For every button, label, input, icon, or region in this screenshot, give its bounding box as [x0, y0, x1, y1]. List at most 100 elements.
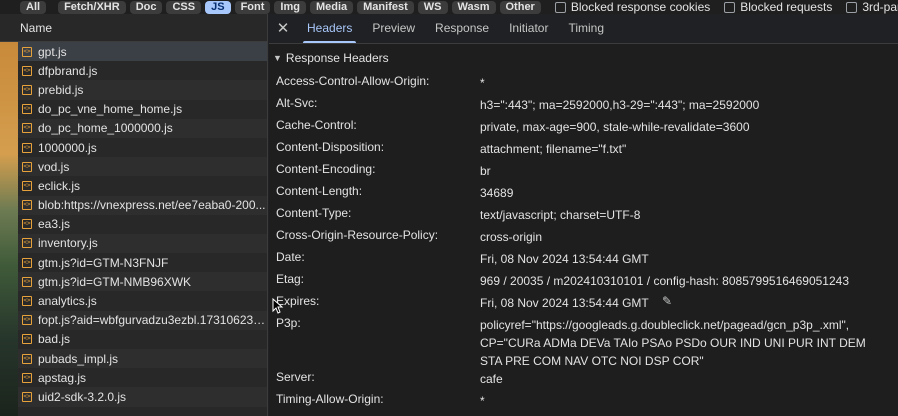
filter-doc[interactable]: Doc	[129, 0, 163, 14]
request-name: prebid.js	[38, 82, 84, 97]
header-value[interactable]: cafe	[480, 370, 880, 388]
filter-js[interactable]: JS	[205, 0, 231, 14]
request-name: pubads_impl.js	[38, 351, 119, 366]
tab-response[interactable]: Response	[425, 13, 499, 43]
header-value[interactable]: 969 / 20035 / m202410310101 / config-has…	[480, 272, 880, 290]
page-preview-strip	[0, 42, 18, 416]
script-file-icon: <>	[22, 123, 32, 134]
name-column-header[interactable]: Name	[0, 14, 267, 42]
script-file-icon: <>	[22, 334, 32, 345]
script-file-icon: <>	[22, 238, 32, 249]
request-row[interactable]: <> fopt.js?aid=wbfgurvadzu3ezbl.173106231…	[18, 310, 267, 330]
script-file-icon: <>	[22, 200, 32, 211]
script-file-icon: <>	[22, 296, 32, 307]
filter-other[interactable]: Other	[499, 0, 541, 14]
checkbox-icon[interactable]	[846, 1, 858, 13]
request-name: vod.js	[38, 159, 70, 174]
header-value[interactable]: 34689	[480, 184, 880, 202]
request-row[interactable]: <> vod.js	[18, 157, 267, 177]
request-name: eclick.js	[38, 178, 81, 193]
script-file-icon: <>	[22, 315, 32, 326]
header-name: P3p:	[276, 316, 301, 330]
request-row[interactable]: <> prebid.js	[18, 80, 267, 100]
request-row[interactable]: <> uid2-sdk-3.2.0.js	[18, 387, 267, 407]
request-row[interactable]: <> gtm.js?id=GTM-NMB96XWK	[18, 272, 267, 292]
checkbox-label: Blocked requests	[740, 0, 833, 14]
header-value[interactable]: *	[480, 74, 880, 92]
header-value[interactable]: text/javascript; charset=UTF-8	[480, 206, 880, 224]
checkbox-label: 3rd-party reques	[862, 0, 898, 14]
tab-preview[interactable]: Preview	[362, 13, 425, 43]
tab-initiator[interactable]: Initiator	[499, 13, 558, 43]
header-value[interactable]: attachment; filename="f.txt"	[480, 140, 880, 158]
request-row[interactable]: <> dfpbrand.js	[18, 61, 267, 80]
request-name: 1000000.js	[38, 140, 97, 155]
header-name: Timing-Allow-Origin:	[276, 392, 384, 406]
header-value[interactable]: br	[480, 162, 880, 180]
filter-ws[interactable]: WS	[417, 0, 448, 14]
header-value[interactable]: Fri, 08 Nov 2024 13:54:44 GMT	[480, 250, 880, 268]
header-value[interactable]: cross-origin	[480, 228, 880, 246]
header-value[interactable]: private, max-age=900, stale-while-revali…	[480, 118, 880, 136]
request-name: analytics.js	[38, 294, 97, 309]
request-list-panel: Name <> gpt.js <> dfpbrand.js <> prebid.js <> d…	[0, 14, 268, 416]
script-file-icon: <>	[22, 104, 32, 115]
details-tab-bar: ✕ Headers Preview Response Initiator Tim…	[269, 14, 898, 44]
script-file-icon: <>	[22, 65, 32, 76]
request-name: gpt.js	[38, 44, 67, 59]
header-value[interactable]: *	[480, 392, 880, 410]
request-name: do_pc_vne_home_home.js	[38, 102, 183, 117]
request-row[interactable]: <> bad.js	[18, 330, 267, 349]
request-row[interactable]: <> gpt.js	[18, 42, 267, 62]
header-name: Content-Length:	[276, 184, 363, 198]
header-value[interactable]: policyref="https://googleads.g.doublecli…	[480, 316, 880, 370]
header-name: Content-Encoding:	[276, 162, 376, 176]
edit-pencil-icon[interactable]: ✎	[662, 294, 676, 308]
filter-fetch-xhr[interactable]: Fetch/XHR	[58, 0, 126, 14]
request-row[interactable]: <> inventory.js	[18, 233, 267, 254]
blocked-requests-toggle[interactable]: Blocked requests	[724, 0, 832, 14]
filter-font[interactable]: Font	[234, 0, 271, 14]
script-file-icon: <>	[22, 257, 32, 268]
tab-timing[interactable]: Timing	[558, 13, 614, 43]
tab-headers[interactable]: Headers	[297, 13, 362, 43]
checkbox-icon[interactable]	[724, 1, 736, 13]
header-name: Content-Type:	[276, 206, 352, 220]
header-value[interactable]: h3=":443"; ma=2592000,h3-29=":443"; ma=2…	[480, 96, 880, 114]
checkbox-label: Blocked response cookies	[570, 0, 711, 14]
response-headers-section-toggle[interactable]: ▼ Response Headers	[269, 44, 898, 72]
header-value[interactable]: Fri, 08 Nov 2024 13:54:44 GMT	[480, 294, 880, 312]
request-name: gtm.js?id=GTM-N3FNJF	[38, 255, 169, 270]
blocked-response-cookies-toggle[interactable]: Blocked response cookies	[554, 0, 711, 14]
request-name: gtm.js?id=GTM-NMB96XWK	[38, 274, 192, 289]
request-row[interactable]: <> blob:https://vnexpress.net/ee7eaba0-20…	[18, 195, 267, 215]
request-row[interactable]: <> apstag.js	[18, 368, 267, 387]
request-row[interactable]: <> ea3.js	[18, 215, 267, 234]
request-row[interactable]: <> analytics.js	[18, 291, 267, 310]
filter-wasm[interactable]: Wasm	[451, 0, 496, 14]
filter-manifest[interactable]: Manifest	[357, 0, 414, 14]
checkbox-icon[interactable]	[554, 1, 566, 13]
filter-img[interactable]: Img	[274, 0, 306, 14]
script-file-icon: <>	[22, 219, 32, 230]
request-name: apstag.js	[38, 370, 87, 385]
request-row[interactable]: <> do_pc_home_1000000.js	[18, 118, 267, 138]
filter-css[interactable]: CSS	[166, 0, 202, 14]
request-row[interactable]: <> pubads_impl.js	[18, 349, 267, 369]
script-file-icon: <>	[22, 180, 32, 191]
header-name: Cross-Origin-Resource-Policy:	[276, 228, 439, 242]
mouse-cursor-icon	[272, 298, 284, 314]
filter-media[interactable]: Media	[309, 0, 354, 14]
header-name: Cache-Control:	[276, 118, 357, 132]
request-name: bad.js	[38, 332, 71, 347]
third-party-requests-toggle[interactable]: 3rd-party reques	[846, 0, 898, 14]
request-row[interactable]: <> do_pc_vne_home_home.js	[18, 100, 267, 119]
request-name: do_pc_home_1000000.js	[38, 121, 173, 136]
request-row[interactable]: <> eclick.js	[18, 176, 267, 195]
script-file-icon: <>	[22, 391, 32, 402]
close-icon[interactable]: ✕	[269, 13, 297, 43]
request-row[interactable]: <> gtm.js?id=GTM-N3FNJF	[18, 253, 267, 272]
filter-all[interactable]: All	[20, 0, 47, 14]
request-row[interactable]: <> 1000000.js	[18, 138, 267, 157]
request-details-panel: ✕ Headers Preview Response Initiator Tim…	[269, 14, 898, 416]
